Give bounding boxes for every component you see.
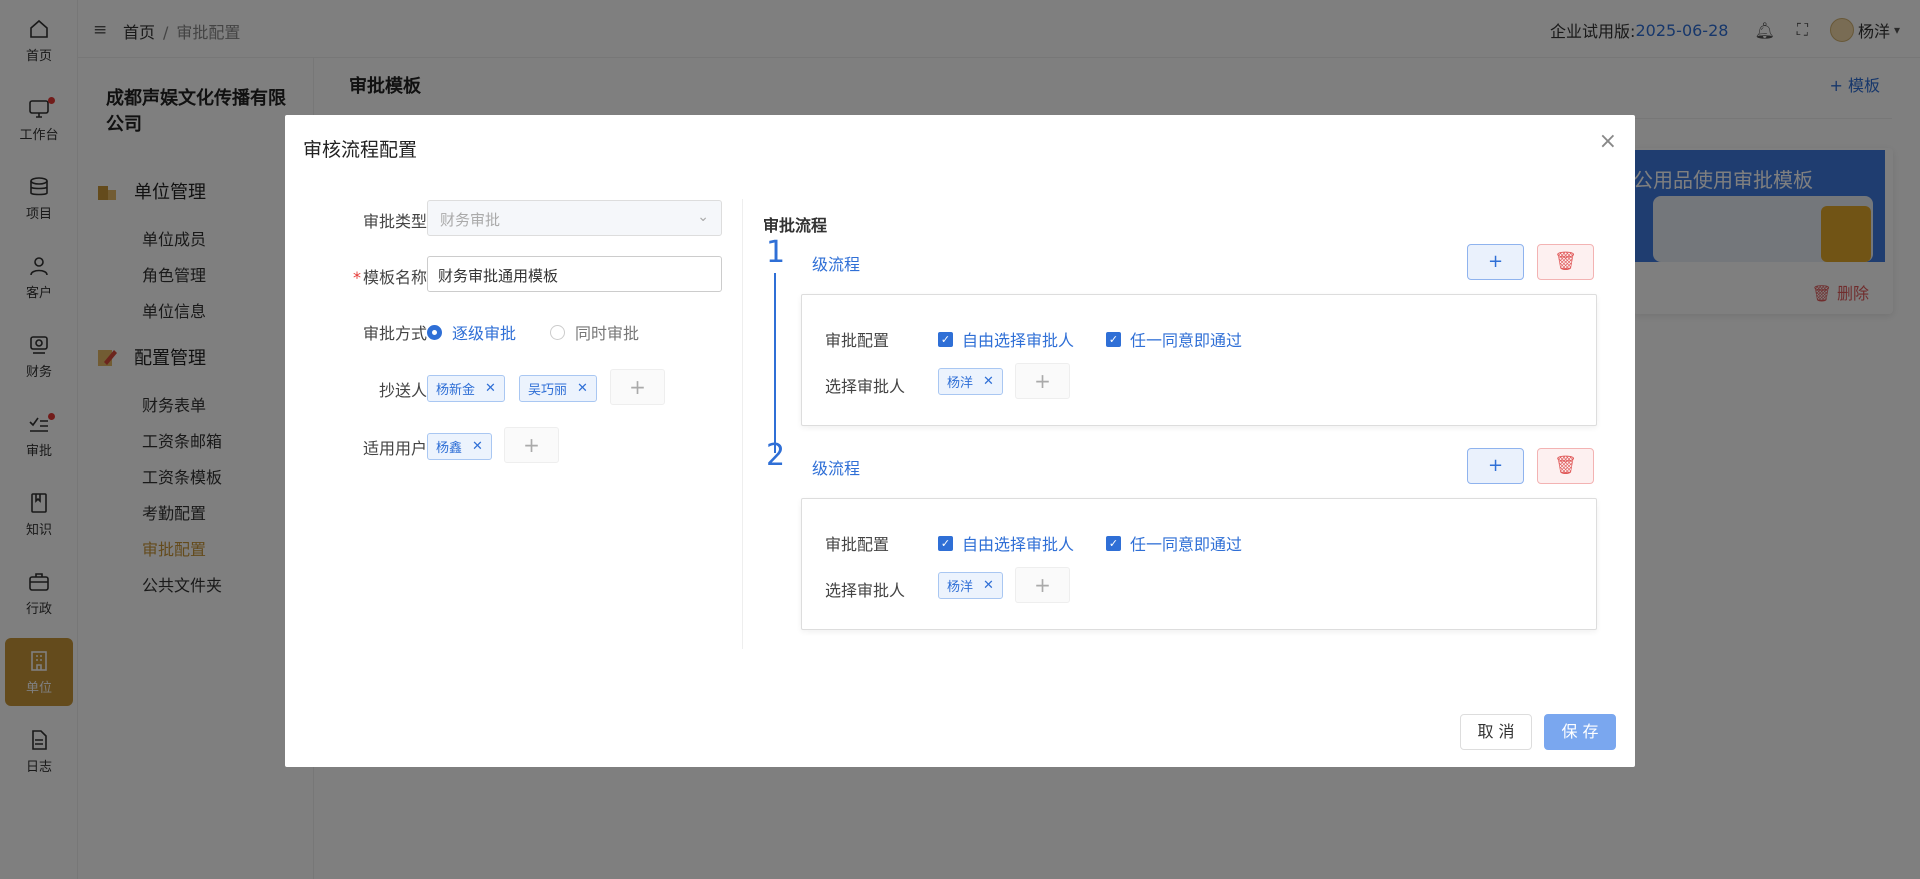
tag-text: 杨新金 xyxy=(436,383,476,398)
check-icon: ✓ xyxy=(938,331,953,347)
add-cc-button[interactable]: + xyxy=(610,369,665,405)
checkbox-label: 任一同意即通过 xyxy=(1130,331,1243,350)
save-button[interactable]: 保 存 xyxy=(1544,714,1616,750)
trash-icon: 🗑︎ xyxy=(1554,251,1577,272)
tag-text: 杨洋 xyxy=(947,376,974,391)
level-label: 级流程 xyxy=(812,255,861,274)
checkbox-free-select[interactable]: ✓ 自由选择审批人 xyxy=(938,327,1074,351)
dialog-divider xyxy=(742,199,743,649)
radio-sequential[interactable]: 逐级审批 xyxy=(427,320,516,344)
cc-row: 抄送人 杨新金 ✕ 吴巧丽 ✕ + xyxy=(285,369,743,405)
radio-circle xyxy=(427,324,442,340)
approver-tag: 杨洋 ✕ xyxy=(938,368,1003,395)
check-icon: ✓ xyxy=(938,535,953,551)
level-config-box: 审批配置 ✓ 自由选择审批人 ✓ 任一同意即通过 选择审批人 杨洋 ✕ + xyxy=(801,294,1597,426)
close-icon[interactable]: × xyxy=(1599,129,1617,154)
approval-type-row: 审批类型 财务审批 ⌄ xyxy=(285,200,743,236)
approver-tag: 杨洋 ✕ xyxy=(938,572,1003,599)
cc-tag: 吴巧丽 ✕ xyxy=(519,375,597,402)
cc-tag: 杨新金 ✕ xyxy=(427,375,505,402)
delete-level-button[interactable]: 🗑︎ xyxy=(1537,244,1594,280)
applicable-users-row: 适用用户 杨鑫 ✕ + xyxy=(285,427,743,463)
required-mark: * xyxy=(352,268,361,287)
level-config-box: 审批配置 ✓ 自由选择审批人 ✓ 任一同意即通过 选择审批人 杨洋 ✕ + xyxy=(801,498,1597,630)
template-name-label: * 模板名称 xyxy=(353,264,427,288)
approval-method-row: 审批方式 逐级审批 同时审批 xyxy=(285,312,743,348)
user-tag: 杨鑫 ✕ xyxy=(427,433,492,460)
add-level-button[interactable]: + xyxy=(1467,448,1524,484)
dialog-title: 审核流程配置 xyxy=(303,139,418,161)
radio-label: 同时审批 xyxy=(575,324,640,343)
add-level-button[interactable]: + xyxy=(1467,244,1524,280)
approval-flow-dialog: 审核流程配置 × 审批类型 财务审批 ⌄ * 模板名称 财务审批通用模板 审批方式… xyxy=(285,115,1635,767)
level-label: 级流程 xyxy=(812,459,861,478)
add-user-button[interactable]: + xyxy=(504,427,559,463)
template-name-label-text: 模板名称 xyxy=(362,268,427,287)
approval-type-select[interactable]: 财务审批 ⌄ xyxy=(427,200,722,236)
add-approver-button[interactable]: + xyxy=(1015,363,1070,399)
delete-level-button[interactable]: 🗑︎ xyxy=(1537,448,1594,484)
checkbox-label: 任一同意即通过 xyxy=(1130,535,1243,554)
checkbox-any-approve[interactable]: ✓ 任一同意即通过 xyxy=(1106,531,1242,555)
checkbox-any-approve[interactable]: ✓ 任一同意即通过 xyxy=(1106,327,1242,351)
approval-method-label: 审批方式 xyxy=(362,324,427,343)
check-icon: ✓ xyxy=(1106,535,1121,551)
close-icon[interactable]: ✕ xyxy=(472,439,483,454)
flow-title: 审批流程 xyxy=(763,216,828,235)
close-icon[interactable]: ✕ xyxy=(577,381,588,396)
radio-simultaneous[interactable]: 同时审批 xyxy=(550,320,639,344)
radio-circle xyxy=(550,324,565,340)
checkbox-free-select[interactable]: ✓ 自由选择审批人 xyxy=(938,531,1074,555)
tag-text: 吴巧丽 xyxy=(528,383,568,398)
template-name-input[interactable]: 财务审批通用模板 xyxy=(427,256,722,292)
level-number: 1 xyxy=(766,235,786,270)
trash-icon: 🗑︎ xyxy=(1554,455,1577,476)
cancel-button[interactable]: 取 消 xyxy=(1460,714,1532,750)
close-icon[interactable]: ✕ xyxy=(485,381,496,396)
close-icon[interactable]: ✕ xyxy=(983,578,994,593)
tag-text: 杨鑫 xyxy=(436,441,463,456)
chevron-down-icon: ⌄ xyxy=(697,209,709,225)
checkbox-label: 自由选择审批人 xyxy=(962,535,1075,554)
approver-label: 选择审批人 xyxy=(825,581,906,600)
level-number: 2 xyxy=(766,438,786,473)
approver-label: 选择审批人 xyxy=(825,377,906,396)
approval-type-label: 审批类型 xyxy=(362,212,427,231)
tag-text: 杨洋 xyxy=(947,580,974,595)
approval-type-value: 财务审批 xyxy=(440,211,501,229)
template-name-row: * 模板名称 财务审批通用模板 xyxy=(285,256,743,292)
radio-label: 逐级审批 xyxy=(452,324,517,343)
checkbox-label: 自由选择审批人 xyxy=(962,331,1075,350)
config-label: 审批配置 xyxy=(825,331,890,350)
cc-label: 抄送人 xyxy=(378,381,427,400)
check-icon: ✓ xyxy=(1106,331,1121,347)
close-icon[interactable]: ✕ xyxy=(983,374,994,389)
add-approver-button[interactable]: + xyxy=(1015,567,1070,603)
flow-timeline xyxy=(774,273,776,453)
applicable-users-label: 适用用户 xyxy=(362,439,427,458)
config-label: 审批配置 xyxy=(825,535,890,554)
